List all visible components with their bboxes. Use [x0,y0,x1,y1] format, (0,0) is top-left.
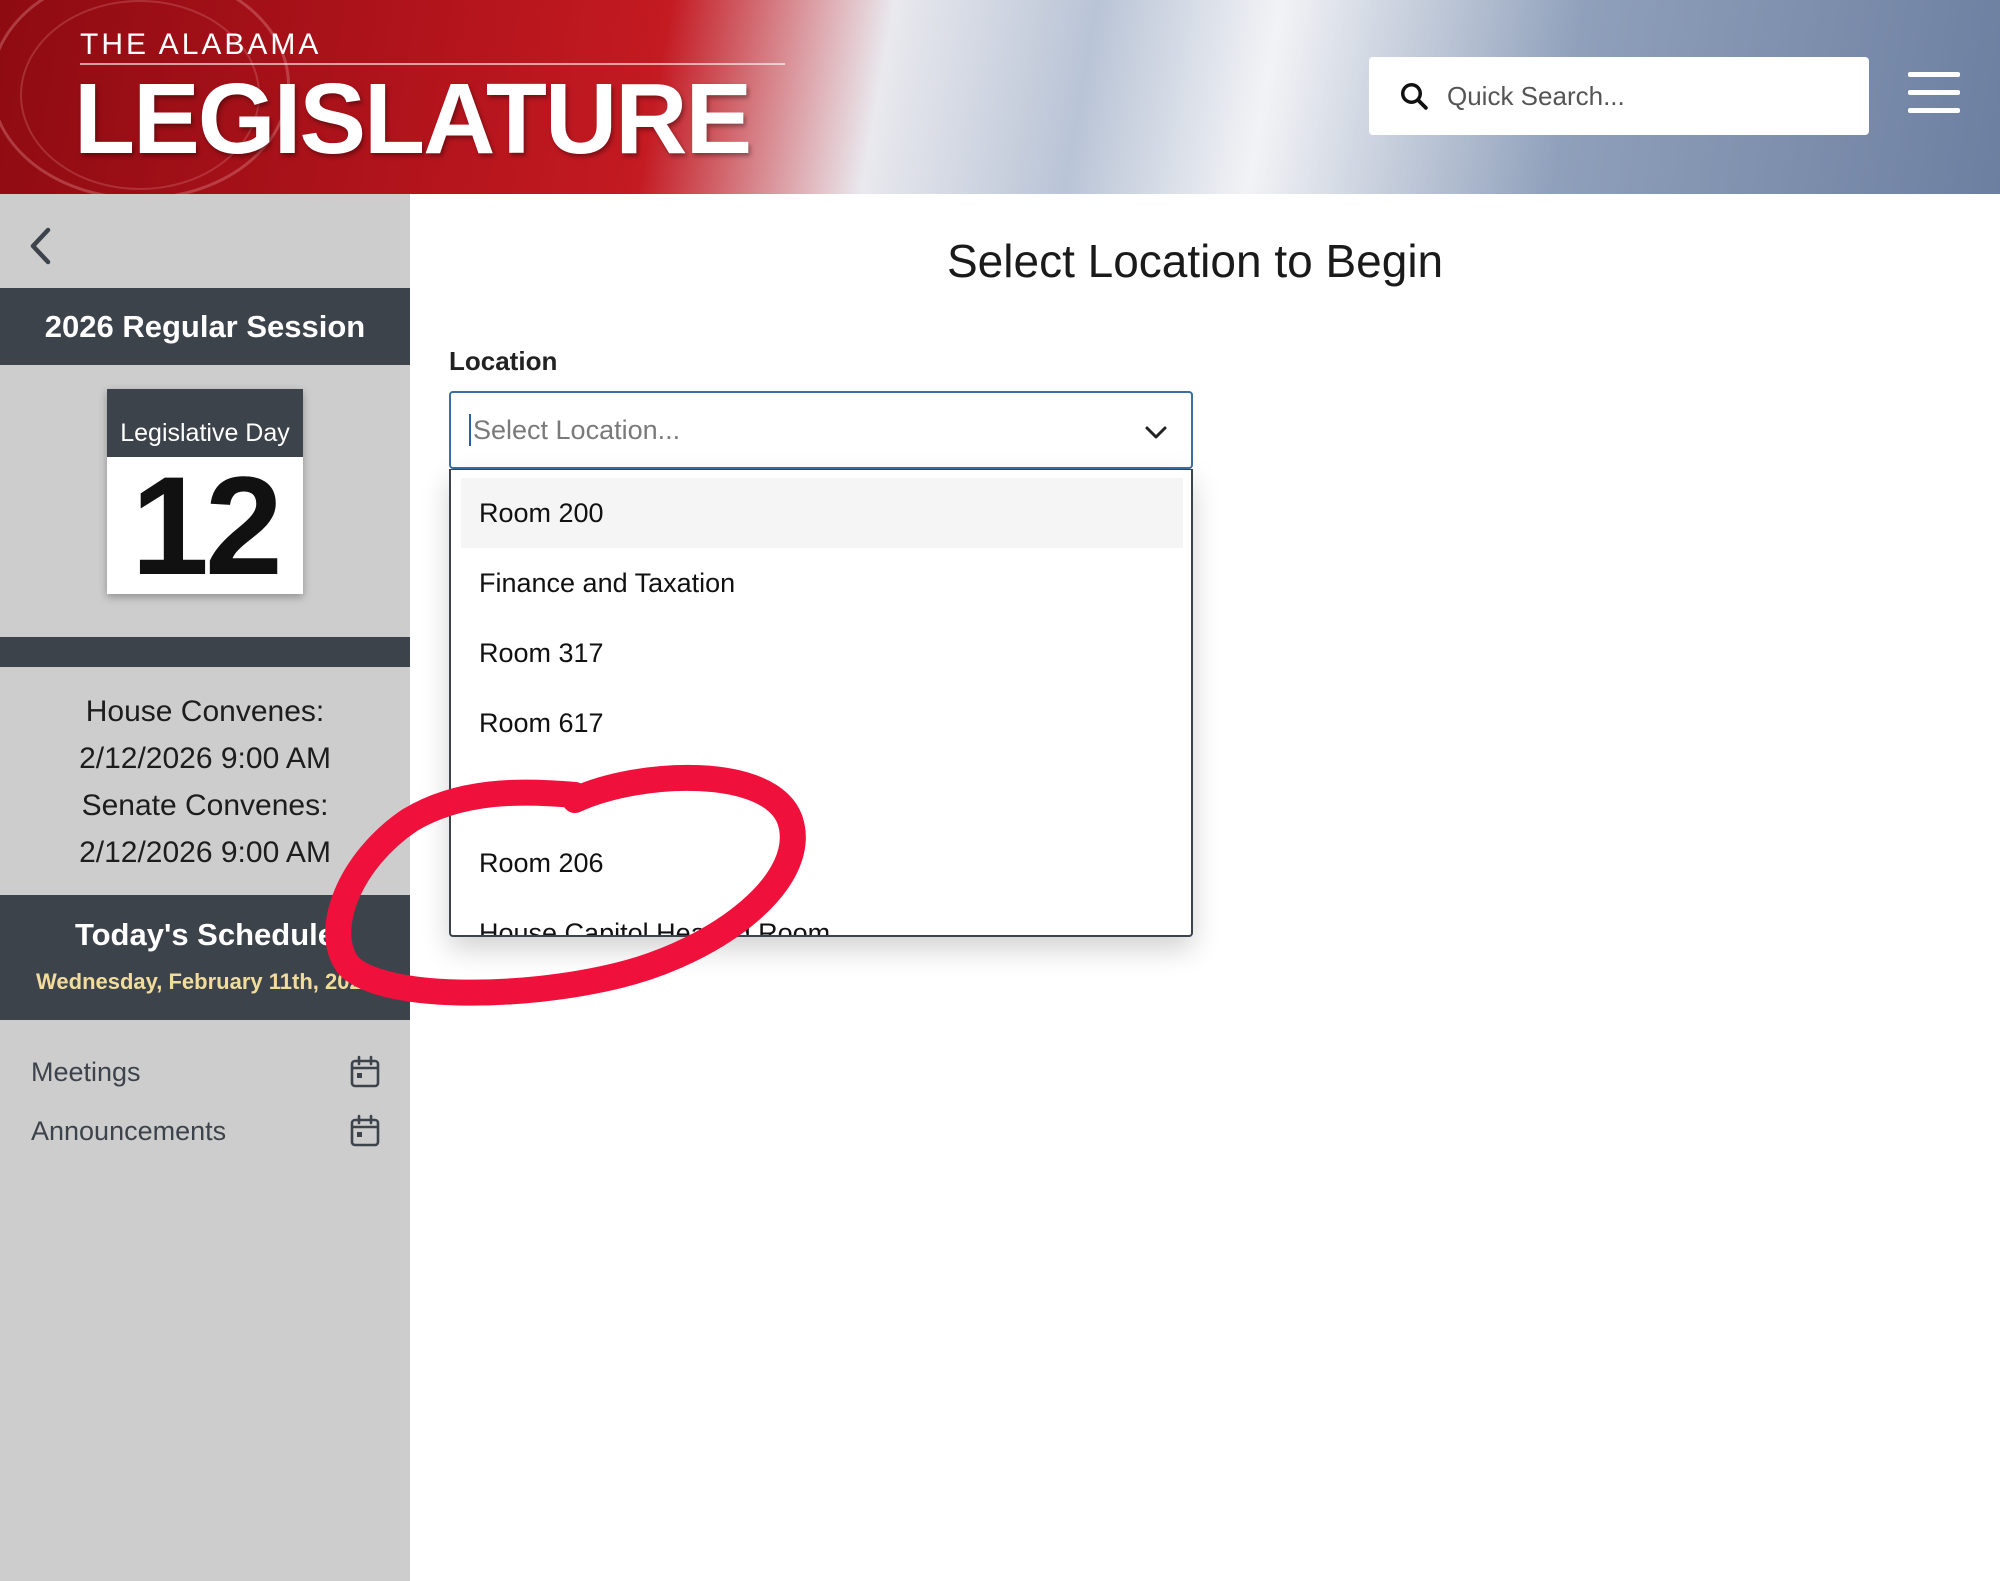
page-title: Select Location to Begin [947,235,1444,287]
dropdown-option[interactable]: Room 317 [461,618,1183,688]
senate-convenes-label: Senate Convenes: [81,789,329,822]
senate-convenes-time: 2/12/2026 9:00 AM [79,836,331,869]
sidebar-item-label: Announcements [31,1115,227,1146]
calendar-icon [350,1114,380,1147]
brand-subtitle: THE ALABAMA [80,28,322,61]
house-convenes-time: 2/12/2026 9:00 AM [79,742,331,775]
dropdown-option[interactable]: Room 617 [461,688,1183,758]
brand-title[interactable]: LEGISLATURE [74,62,752,177]
session-title: 2026 Regular Session [0,288,410,365]
divider-strip [0,637,410,667]
chevron-left-icon[interactable] [24,222,58,270]
todays-schedule: Today's Schedule Wednesday, February 11t… [0,895,410,1020]
legislative-day-number: 12 [131,447,283,604]
hamburger-menu-icon[interactable] [1908,72,1960,116]
chevron-down-icon[interactable] [1143,419,1169,445]
location-dropdown-list[interactable]: Room 200 Finance and Taxation Room 317 R… [449,469,1193,937]
dropdown-option[interactable]: Room 200 [461,478,1183,548]
sidebar-item-announcements[interactable]: Announcements [31,1106,381,1156]
dropdown-option[interactable]: Room 206 [461,828,1183,898]
sidebar-item-label: Meetings [31,1056,141,1087]
legislative-day-card: Legislative Day 12 [107,389,303,604]
site-header: THE ALABAMA LEGISLATURE [0,0,2000,194]
sidebar-item-meetings[interactable]: Meetings [31,1047,381,1097]
text-cursor [469,414,471,446]
search-icon [1401,83,1428,110]
location-label: Location [449,346,558,376]
quick-search[interactable] [1369,57,1869,135]
calendar-icon [350,1055,380,1088]
house-convenes-label: House Convenes: [85,695,325,728]
location-select-placeholder: Select Location... [473,414,681,445]
convenes-info: House Convenes: 2/12/2026 9:00 AM Senate… [0,688,410,876]
location-select[interactable]: Select Location... [449,391,1193,469]
sidebar: 2026 Regular Session Legislative Day 12 … [0,194,410,1581]
schedule-date: Wednesday, February 11th, 2026 [36,969,374,994]
dropdown-option[interactable]: House Capitol Hearing Room [461,898,1183,936]
schedule-title: Today's Schedule [74,917,336,952]
dropdown-option[interactable]: Finance and Taxation [461,548,1183,618]
quick-search-input[interactable] [1447,80,1847,112]
